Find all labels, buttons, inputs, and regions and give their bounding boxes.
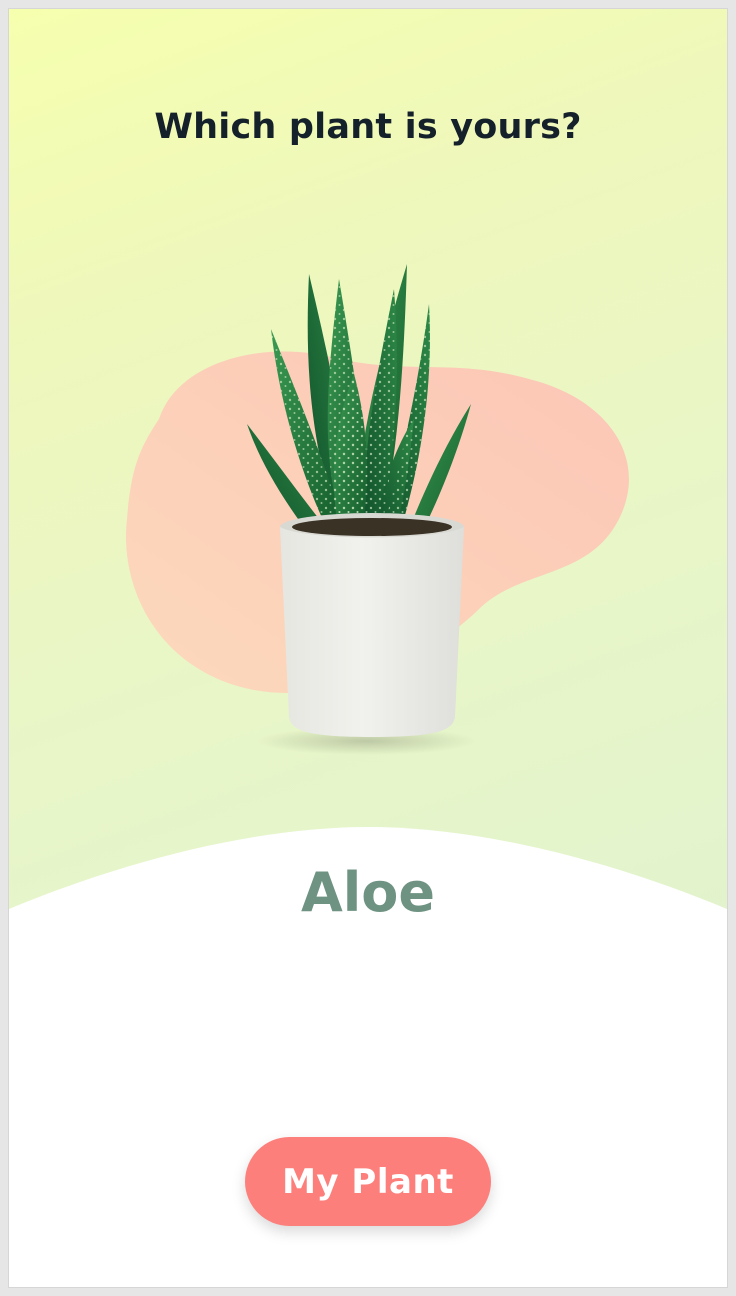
my-plant-button[interactable]: My Plant <box>245 1137 491 1226</box>
app-screen: Which plant is yours? Aloe My Plant <box>9 9 727 1287</box>
page-title: Which plant is yours? <box>154 107 582 147</box>
plant-name: Aloe <box>300 861 436 924</box>
plant-illustration <box>9 209 727 789</box>
